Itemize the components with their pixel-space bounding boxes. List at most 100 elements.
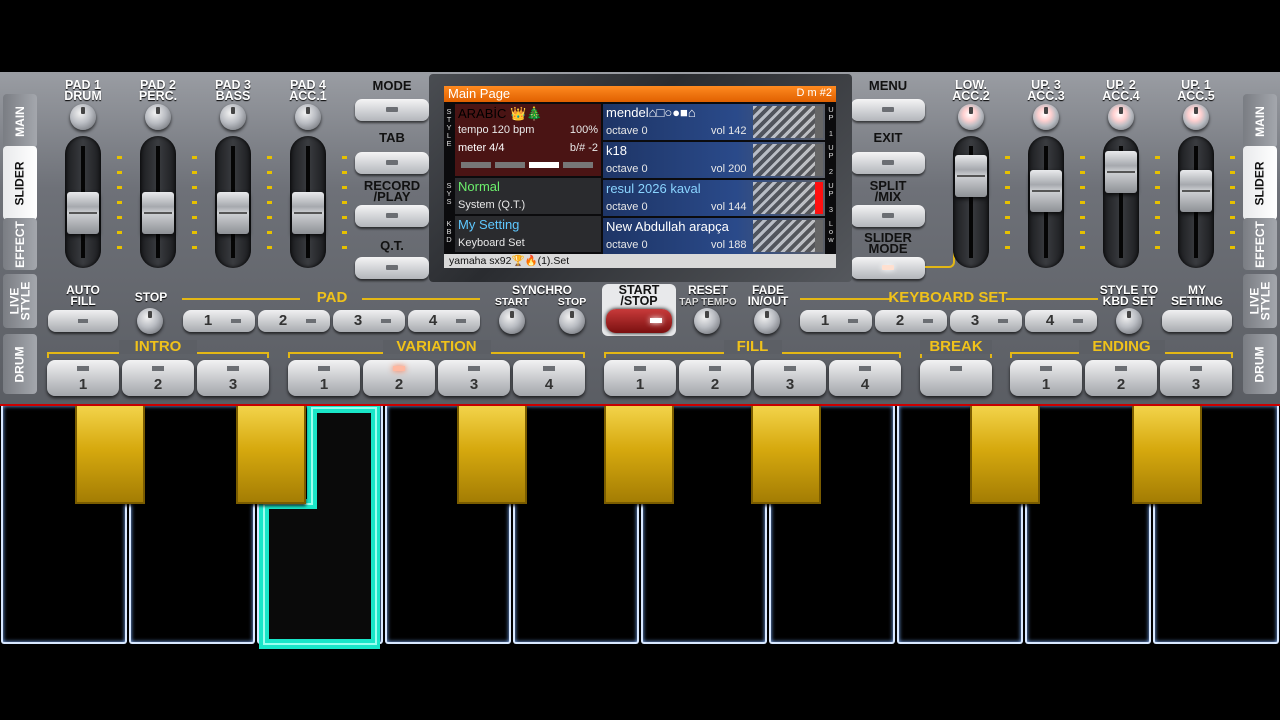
keyboard-set-button-2[interactable]: 2 — [875, 310, 947, 332]
black-key-2[interactable] — [236, 406, 306, 504]
right-pad-label-1: LOW. ACC.2 — [952, 78, 990, 103]
right-slider-thumb-1[interactable] — [955, 155, 987, 198]
left-slider-thumb-3[interactable] — [217, 192, 249, 235]
right-slider-thumb-3[interactable] — [1105, 151, 1137, 194]
voice-name: New Abdullah arapça — [606, 219, 729, 234]
black-key-6[interactable] — [970, 406, 1040, 504]
tempo-text: tempo 120 bpm — [458, 124, 535, 136]
left-pad-knob-2[interactable] — [145, 104, 171, 130]
ending-button-1[interactable]: 1 — [1010, 360, 1082, 396]
pad-led — [231, 319, 241, 323]
pad-button-2[interactable]: 2 — [258, 310, 330, 332]
left-slider-ticks-2 — [192, 156, 197, 256]
left-pad-knob-4[interactable] — [295, 104, 321, 130]
exit-button[interactable] — [851, 152, 925, 174]
ending-button-3[interactable]: 3 — [1160, 360, 1232, 396]
right-pad-knob-4[interactable] — [1183, 104, 1209, 130]
pad-button-3[interactable]: 3 — [333, 310, 405, 332]
tab-drum-left[interactable]: DRUM — [3, 334, 37, 394]
right-pad-knob-3[interactable] — [1108, 104, 1134, 130]
left-slider-thumb-4[interactable] — [292, 192, 324, 235]
voice-slot-1[interactable]: mendel⌂□○●■⌂ octave 0 vol 142 — [603, 104, 825, 140]
mode-button[interactable] — [355, 99, 429, 121]
system-block[interactable]: Normal System (Q.T.) — [455, 178, 601, 214]
pad-line-left — [182, 298, 300, 300]
voice-slot-4[interactable]: New Abdullah arapça octave 0 vol 188 — [603, 218, 825, 254]
black-key-3[interactable] — [457, 406, 527, 504]
left-slider-thumb-2[interactable] — [142, 192, 174, 235]
tab-label: LIVE STYLE — [7, 281, 33, 321]
menu-button[interactable] — [851, 99, 925, 121]
voice-slot-3[interactable]: resul 2026 kaval octave 0 vol 144 — [603, 180, 825, 216]
tab-slider-right[interactable]: SLIDER — [1243, 146, 1277, 220]
my-setting-button[interactable] — [1162, 310, 1232, 332]
right-pad-knob-1[interactable] — [958, 104, 984, 130]
split-mix-button[interactable] — [851, 205, 925, 227]
left-slider-thumb-1[interactable] — [67, 192, 99, 235]
voice-slot-2[interactable]: k18 octave 0 vol 200 — [603, 142, 825, 178]
left-pad-knob-1[interactable] — [70, 104, 96, 130]
right-slider-thumb-2[interactable] — [1030, 169, 1062, 212]
pad-button-1[interactable]: 1 — [183, 310, 255, 332]
pad-button-4[interactable]: 4 — [408, 310, 480, 332]
tab-slider-left[interactable]: SLIDER — [3, 146, 37, 220]
intro-button-1[interactable]: 1 — [47, 360, 119, 396]
right-slider-thumb-4[interactable] — [1180, 169, 1212, 212]
qt-button[interactable] — [355, 257, 429, 279]
tab-main-left[interactable]: MAIN — [3, 94, 37, 148]
tab-live-style-left[interactable]: LIVE STYLE — [3, 274, 37, 328]
tab-drum-right[interactable]: DRUM — [1243, 334, 1277, 394]
variation-button-2[interactable]: 2 — [363, 360, 435, 396]
tab-live-style-right[interactable]: LIVE STYLE — [1243, 274, 1277, 328]
keyboard-set-button-1[interactable]: 1 — [800, 310, 872, 332]
stop-knob[interactable] — [137, 308, 163, 334]
intro-button-2[interactable]: 2 — [122, 360, 194, 396]
chord-display: D m #2 — [796, 87, 832, 99]
left-pad-knob-3[interactable] — [220, 104, 246, 130]
black-key-7[interactable] — [1132, 406, 1202, 504]
keyboard-set-button-3[interactable]: 3 — [950, 310, 1022, 332]
tab-main-right[interactable]: MAIN — [1243, 94, 1277, 148]
reset-knob[interactable] — [694, 308, 720, 334]
variation-button-4[interactable]: 4 — [513, 360, 585, 396]
break-button[interactable] — [920, 360, 992, 396]
right-pad-knob-2[interactable] — [1033, 104, 1059, 130]
fill-button-1[interactable]: 1 — [604, 360, 676, 396]
keyboard-set-button-4[interactable]: 4 — [1025, 310, 1097, 332]
fade-knob[interactable] — [754, 308, 780, 334]
keyboard-set-number: 4 — [1045, 312, 1055, 329]
variation-button-1[interactable]: 1 — [288, 360, 360, 396]
fill-button-2[interactable]: 2 — [679, 360, 751, 396]
synchro-start-knob[interactable] — [499, 308, 525, 334]
keyboard-set-block[interactable]: My Setting Keyboard Set — [455, 216, 601, 252]
intro-section-label: INTRO — [119, 339, 197, 354]
fill-button-3[interactable]: 3 — [754, 360, 826, 396]
style-block[interactable]: ARABİC 👑🎄 tempo 120 bpm 100% meter 4/4 b… — [455, 104, 601, 176]
tab-button[interactable] — [355, 152, 429, 174]
right-slider-ticks-3 — [1155, 156, 1160, 256]
black-key-4[interactable] — [604, 406, 674, 504]
instrument-icon — [753, 220, 823, 252]
black-key-1[interactable] — [75, 406, 145, 504]
black-key-5[interactable] — [751, 406, 821, 504]
right-slider-ticks-4 — [1230, 156, 1235, 256]
tab-effect-left[interactable]: EFFECT — [3, 218, 37, 270]
tempo-percent: 100% — [569, 124, 598, 136]
voice-indicator — [815, 106, 823, 138]
ending-button-2[interactable]: 2 — [1085, 360, 1157, 396]
record-play-button[interactable] — [355, 205, 429, 227]
style-to-kbd-knob[interactable] — [1116, 308, 1142, 334]
intro-button-3[interactable]: 3 — [197, 360, 269, 396]
fill-button-4[interactable]: 4 — [829, 360, 901, 396]
voice-volume: vol 200 — [711, 163, 747, 175]
fill-number: 2 — [710, 376, 720, 393]
ending-number: 1 — [1041, 376, 1051, 393]
auto-fill-button[interactable] — [48, 310, 118, 332]
voice-indicator — [815, 144, 823, 176]
tab-effect-right[interactable]: EFFECT — [1243, 218, 1277, 270]
variation-button-3[interactable]: 3 — [438, 360, 510, 396]
slider-mode-button[interactable] — [851, 257, 925, 279]
split-mix-label: SPLIT /MIX — [869, 178, 907, 204]
synchro-stop-knob[interactable] — [559, 308, 585, 334]
start-stop-button[interactable] — [606, 309, 672, 333]
